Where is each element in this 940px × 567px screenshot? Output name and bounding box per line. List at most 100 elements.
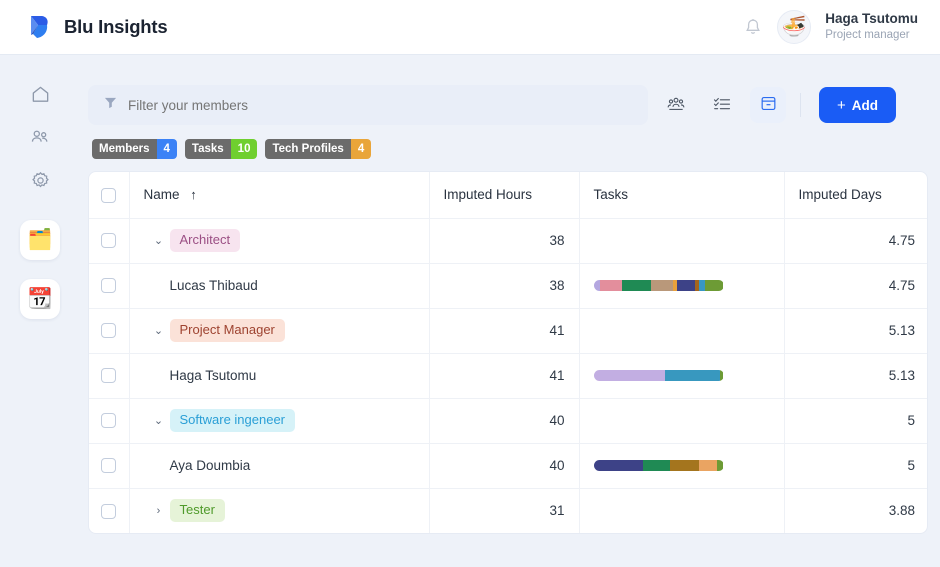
table-row[interactable]: Lucas Thibaud 38 4.75 (89, 263, 927, 309)
home-icon (30, 84, 51, 105)
table-body: ⌄ Architect 38 4.75 Lucas Thibaud 38 4.75 ⌄ Proj… (89, 218, 927, 533)
table-row[interactable]: ⌄ Architect 38 4.75 (89, 218, 927, 264)
sort-ascending-icon: ↑ (190, 187, 197, 203)
avatar[interactable]: 🍜 (777, 10, 812, 44)
filter-chips: Members 4 Tasks 10 Tech Profiles 4 (88, 139, 920, 159)
tasks-progress-segment (716, 460, 724, 471)
row-checkbox[interactable] (101, 503, 117, 519)
tasks-progress-bar[interactable] (593, 460, 724, 471)
role-tag: Tester (169, 499, 225, 523)
name-cell: Aya Doumbia (129, 443, 430, 489)
column-header-tasks[interactable]: Tasks (579, 172, 785, 219)
row-checkbox[interactable] (101, 323, 117, 339)
row-checkbox[interactable] (101, 458, 117, 474)
tasks-progress-segment (650, 280, 673, 291)
notification-bell-icon[interactable] (743, 17, 763, 37)
column-header-imputed-days[interactable]: Imputed Days (784, 172, 927, 219)
chevron-down-icon[interactable]: ⌄ (148, 414, 170, 427)
imputed-days-value: 4.75 (784, 218, 927, 264)
chip-count: 4 (350, 139, 372, 159)
chevron-right-icon[interactable]: › (148, 505, 170, 517)
chip-members[interactable]: Members 4 (92, 139, 177, 159)
chip-tasks[interactable]: Tasks 10 (184, 139, 258, 159)
board-view-button[interactable] (750, 87, 786, 123)
team-view-button[interactable] (658, 87, 694, 123)
tasks-cell (579, 398, 785, 444)
chevron-down-icon[interactable]: ⌄ (148, 324, 170, 337)
row-checkbox[interactable] (101, 278, 117, 294)
sidebar-item-settings[interactable] (20, 163, 60, 197)
tasks-progress-segment (719, 370, 724, 381)
row-select-cell (89, 488, 130, 533)
tasks-progress-segment (670, 460, 699, 471)
chip-tech-profiles[interactable]: Tech Profiles 4 (265, 139, 372, 159)
name-cell: Lucas Thibaud (129, 263, 430, 309)
row-checkbox[interactable] (101, 233, 117, 249)
member-name: Aya Doumbia (169, 458, 251, 473)
tasks-progress-bar[interactable] (593, 280, 724, 291)
tasks-progress-segment (622, 280, 651, 291)
imputed-hours-value: 38 (429, 218, 580, 264)
brand[interactable]: Blu Insights (0, 14, 168, 40)
brand-name: Blu Insights (64, 16, 168, 37)
table-header-row: Name ↑ Imputed Hours Tasks Imputed Days (89, 172, 927, 219)
main-content: + Add Members 4 Tasks 10 Tech Profiles 4 (80, 55, 940, 567)
avatar-glyph: 🍜 (781, 16, 807, 38)
sidebar-item-projects[interactable]: 🗂️ (20, 220, 60, 260)
chip-label: Tech Profiles (265, 139, 351, 159)
members-table: Name ↑ Imputed Hours Tasks Imputed Days … (88, 171, 928, 534)
tasks-progress-segment (642, 460, 671, 471)
row-select-cell (89, 308, 130, 354)
table-row[interactable]: Aya Doumbia 40 5 (89, 443, 927, 489)
name-cell: › Tester (129, 488, 430, 533)
table-row[interactable]: Haga Tsutomu 41 5.13 (89, 353, 927, 399)
toolbar-divider (800, 93, 801, 117)
column-header-imputed-hours[interactable]: Imputed Hours (429, 172, 580, 219)
imputed-hours-value: 41 (429, 308, 580, 354)
select-all-checkbox[interactable] (101, 187, 117, 203)
tasks-progress-segment (705, 280, 724, 291)
folder-icon: 🗂️ (27, 229, 53, 251)
sidebar-item-calendar[interactable]: 📆 (20, 279, 60, 319)
app-header: Blu Insights 🍜 Haga Tsutomu Project mana… (0, 0, 940, 55)
table-row[interactable]: ⌄ Project Manager 41 5.13 (89, 308, 927, 354)
tasks-cell (579, 308, 785, 354)
imputed-days-value: 5.13 (784, 308, 927, 354)
sidebar-item-home[interactable] (20, 77, 60, 111)
sidebar-item-members[interactable] (20, 120, 60, 154)
imputed-hours-value: 31 (429, 488, 580, 533)
add-button-label: Add (851, 97, 879, 113)
add-button[interactable]: + Add (819, 87, 897, 123)
chip-count: 10 (230, 139, 258, 159)
chip-label: Tasks (184, 139, 231, 159)
blu-logo-icon (26, 14, 52, 40)
search-input[interactable] (128, 97, 632, 113)
filter-box[interactable] (88, 85, 648, 125)
list-view-button[interactable] (704, 87, 740, 123)
imputed-hours-value: 40 (429, 443, 580, 489)
tasks-progress-bar[interactable] (593, 370, 724, 381)
table-row[interactable]: › Tester 31 3.88 (89, 488, 927, 533)
row-checkbox[interactable] (101, 413, 117, 429)
plus-icon: + (837, 96, 846, 114)
row-select-cell (89, 353, 130, 399)
table-row[interactable]: ⌄ Software ingeneer 40 5 (89, 398, 927, 444)
tasks-progress-segment (600, 280, 623, 291)
row-select-cell (89, 218, 130, 264)
gear-icon (30, 170, 51, 191)
group-users-icon (666, 94, 686, 117)
checklist-icon (712, 94, 732, 117)
calendar-icon: 📆 (27, 288, 53, 310)
role-tag: Architect (169, 229, 241, 252)
tasks-progress-segment (698, 460, 717, 471)
name-cell: ⌄ Architect (129, 218, 430, 264)
toolbar: + Add (88, 85, 920, 125)
imputed-hours-value: 41 (429, 353, 580, 399)
member-name: Lucas Thibaud (169, 278, 258, 293)
chevron-down-icon[interactable]: ⌄ (148, 234, 170, 247)
imputed-days-value: 5 (784, 443, 927, 489)
imputed-hours-value: 38 (429, 263, 580, 309)
imputed-days-value: 5.13 (784, 353, 927, 399)
column-header-name[interactable]: Name ↑ (129, 172, 430, 219)
row-checkbox[interactable] (101, 368, 117, 384)
